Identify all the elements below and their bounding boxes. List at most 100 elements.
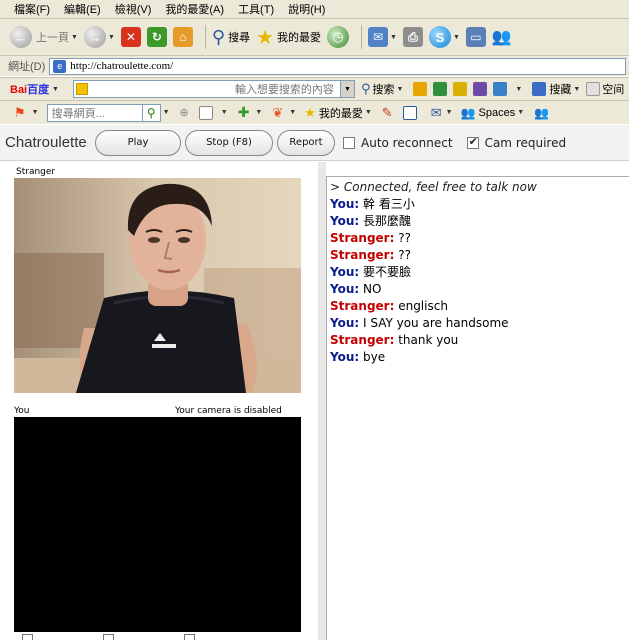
refresh-button[interactable]: ↻: [146, 23, 167, 51]
chat-message: Stranger: ??: [330, 247, 626, 264]
edit-page-button[interactable]: ▭: [465, 23, 486, 51]
live-search-go-button[interactable]: ⚲: [142, 103, 161, 122]
chevron-down-icon[interactable]: ▼: [255, 109, 262, 116]
chevron-down-icon[interactable]: ▼: [221, 109, 228, 116]
chat-text: ??: [394, 231, 411, 245]
camera-disabled-text: Your camera is disabled: [175, 406, 282, 416]
stop-page-button[interactable]: ✕: [120, 23, 141, 51]
page-icon: e: [53, 59, 67, 73]
auto-reconnect-checkbox[interactable]: Auto reconnect: [343, 136, 453, 150]
menu-edit[interactable]: 編輯(E): [64, 1, 101, 17]
pin-icon[interactable]: ⊕: [180, 106, 189, 119]
report-button[interactable]: Report: [277, 129, 335, 156]
print-button[interactable]: ⎙: [402, 23, 423, 51]
menu-file[interactable]: 檔案(F): [14, 1, 50, 17]
baidu-tool-icon[interactable]: [413, 82, 428, 96]
forward-arrow-icon: →: [83, 26, 106, 48]
chat-sender: Stranger:: [330, 248, 395, 262]
note-icon[interactable]: [402, 105, 417, 120]
toolbar-divider: [361, 25, 362, 49]
chat-sender: Stranger:: [330, 231, 395, 245]
auto-reconnect-label: Auto reconnect: [361, 135, 453, 150]
forward-button[interactable]: → ▼: [83, 23, 115, 51]
live-favorites-label: 我的最愛: [318, 107, 363, 120]
chat-message: You: bye: [330, 349, 626, 366]
baidu-collect-button[interactable]: 搜藏 ▼: [532, 81, 580, 97]
home-icon: ⌂: [172, 27, 193, 47]
chevron-down-icon[interactable]: ▼: [289, 109, 296, 116]
messenger-button[interactable]: 👥: [492, 23, 512, 51]
baidu-space-button[interactable]: 空间: [586, 81, 624, 97]
cam-required-box[interactable]: [466, 135, 479, 149]
chevron-down-icon[interactable]: ▼: [163, 109, 170, 116]
stop-button[interactable]: Stop (F8): [185, 129, 273, 156]
spaces-people-icon: 👥: [460, 105, 476, 120]
search-button[interactable]: ⚲ 搜尋: [212, 23, 250, 51]
add-green-icon[interactable]: ✚: [238, 104, 250, 121]
skype-button[interactable]: S ▼: [428, 23, 460, 51]
baidu-search-input[interactable]: 輸入想要搜索的內容: [72, 80, 341, 98]
live-favorites-button[interactable]: ★ 我的最愛 ▼: [304, 105, 372, 121]
chevron-down-icon[interactable]: ▼: [32, 109, 39, 116]
chevron-down-icon[interactable]: ▼: [52, 86, 59, 93]
favorites-button[interactable]: ★ 我的最愛: [256, 23, 321, 51]
magnifier-icon: ⚲: [211, 26, 226, 47]
mail-icon[interactable]: ✉: [431, 105, 442, 121]
baidu-search-dropdown[interactable]: ▼: [340, 80, 355, 98]
auto-reconnect-box[interactable]: [343, 136, 355, 149]
window-icon[interactable]: [198, 105, 213, 120]
back-label: 上一頁: [36, 32, 69, 44]
baidu-space-label: 空间: [602, 84, 625, 96]
chevron-down-icon[interactable]: ▼: [453, 34, 460, 41]
chevron-down-icon[interactable]: ▼: [108, 34, 115, 41]
baidu-search-button[interactable]: ⚲ 搜索 ▼: [361, 81, 403, 97]
baidu-globe-icon[interactable]: [493, 82, 508, 96]
baidu-tool-icons: ▼: [413, 82, 522, 96]
chat-text: NO: [359, 282, 382, 296]
stranger-label: Stranger: [16, 167, 56, 177]
cam-required-checkbox[interactable]: Cam required: [466, 135, 566, 150]
windows-flag-icon[interactable]: ⚑: [14, 105, 26, 121]
chat-text: englisch: [394, 299, 448, 313]
address-input[interactable]: e http://chatroulette.com/: [49, 57, 627, 75]
edit-window-icon: ▭: [465, 27, 486, 47]
back-button[interactable]: ← 上一頁 ▼: [10, 23, 78, 51]
bottom-checkbox[interactable]: [103, 634, 114, 640]
favorites-label: 我的最愛: [277, 32, 321, 44]
chevron-down-icon[interactable]: ▼: [396, 86, 403, 93]
chevron-down-icon[interactable]: ▼: [446, 109, 453, 116]
baidu-collect-label: 搜藏: [549, 84, 572, 96]
baidu-grid-icon[interactable]: [473, 82, 488, 96]
standard-toolbar: ← 上一頁 ▼ → ▼ ✕ ↻ ⌂ ⚲ 搜尋 ★ 我的最愛 ◷ ✉ ▼ ⎙ S …: [0, 19, 629, 55]
baidu-image-icon[interactable]: [433, 82, 448, 96]
menu-help[interactable]: 說明(H): [288, 1, 325, 17]
address-bar: 網址(D) e http://chatroulette.com/: [0, 56, 629, 76]
chat-log[interactable]: > Connected, feel free to talk now You: …: [326, 176, 629, 640]
menu-favorites[interactable]: 我的最愛(A): [165, 1, 224, 17]
bottom-checkbox[interactable]: [22, 634, 33, 640]
chat-message: You: NO: [330, 281, 626, 298]
home-button[interactable]: ⌂: [172, 23, 193, 51]
history-button[interactable]: ◷: [327, 23, 349, 51]
live-spaces-button[interactable]: 👥 Spaces ▼: [461, 106, 525, 120]
menu-view[interactable]: 檢視(V): [115, 1, 152, 17]
address-url: http://chatroulette.com/: [70, 60, 174, 72]
live-search-input[interactable]: 搜尋網頁...: [46, 103, 143, 122]
chat-sender: You:: [330, 214, 360, 228]
chevron-down-icon[interactable]: ▼: [365, 109, 372, 116]
mail-button[interactable]: ✉ ▼: [368, 23, 397, 51]
chevron-down-icon[interactable]: ▼: [573, 86, 580, 93]
play-button[interactable]: Play: [95, 129, 181, 156]
collect-icon: [532, 82, 547, 96]
chevron-down-icon[interactable]: ▼: [390, 34, 397, 41]
chevron-down-icon[interactable]: ▼: [515, 86, 522, 93]
chevron-down-icon[interactable]: ▼: [517, 109, 524, 116]
menu-tools[interactable]: 工具(T): [238, 1, 274, 17]
msn-butterfly-icon[interactable]: ❦: [272, 105, 283, 121]
chevron-down-icon[interactable]: ▼: [71, 34, 78, 41]
contacts-icon[interactable]: 👥: [534, 106, 549, 120]
bottom-checkbox[interactable]: [184, 634, 195, 640]
baidu-zhidao-icon[interactable]: [453, 82, 468, 96]
pencil-icon[interactable]: ✎: [382, 105, 393, 121]
search-label: 搜尋: [228, 32, 251, 44]
